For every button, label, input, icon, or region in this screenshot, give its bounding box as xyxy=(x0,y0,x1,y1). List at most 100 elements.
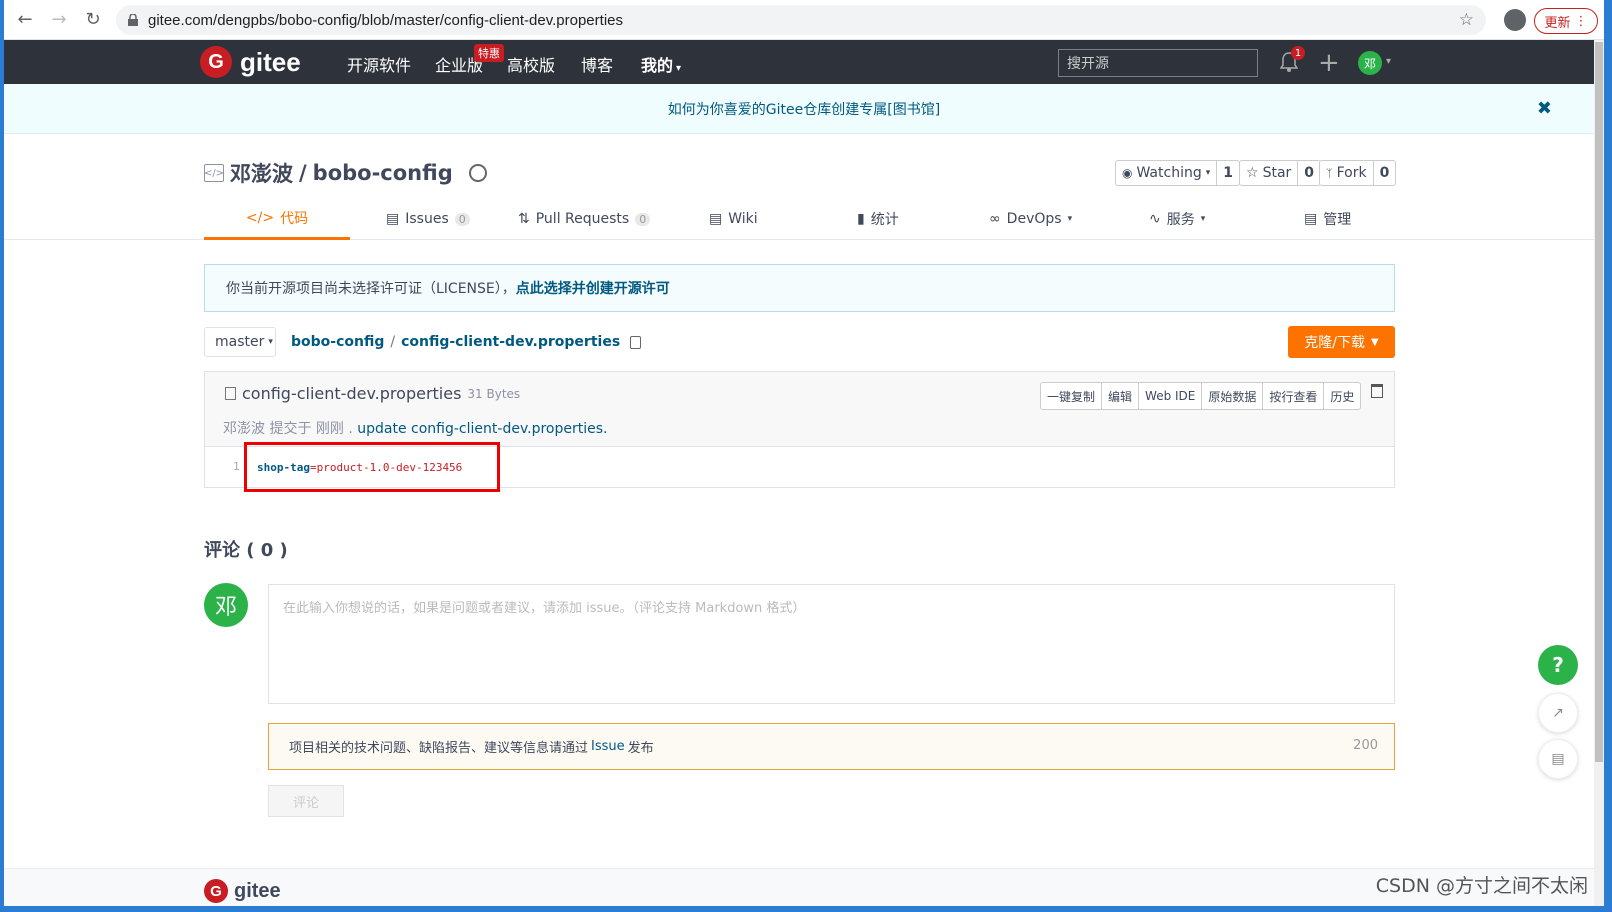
tab-code[interactable]: </> 代码 xyxy=(204,198,350,240)
star-button[interactable]: ☆ Star 0 xyxy=(1239,160,1322,186)
tab-issues[interactable]: ▤ Issues 0 xyxy=(386,198,470,240)
comment-submit-button[interactable]: 评论 xyxy=(268,785,344,817)
breadcrumb-separator: / xyxy=(390,334,396,350)
copy-icon[interactable] xyxy=(630,335,642,349)
commit-message-link[interactable]: update config-client-dev.properties. xyxy=(357,421,607,437)
watch-button[interactable]: ◉ Watching ▾ 1 xyxy=(1115,160,1241,186)
bookmark-star-icon[interactable]: ☆ xyxy=(1459,10,1474,30)
tab-manage[interactable]: ▤ 管理 xyxy=(1304,198,1351,240)
watch-count[interactable]: 1 xyxy=(1216,161,1239,185)
browser-window: ← → ↻ gitee.com/dengpbs/bobo-config/blob… xyxy=(4,0,1604,906)
file-title: config-client-dev.properties 31 Bytes xyxy=(225,384,520,403)
browser-toolbar: ← → ↻ gitee.com/dengpbs/bobo-config/blob… xyxy=(4,0,1604,40)
clone-download-button[interactable]: 克隆/下载 ▼ xyxy=(1288,326,1395,358)
forward-icon[interactable]: → xyxy=(46,7,72,33)
back-icon[interactable]: ← xyxy=(12,7,38,33)
share-icon[interactable]: ↗ xyxy=(1538,693,1578,733)
tab-pull-requests[interactable]: ⇅ Pull Requests 0 xyxy=(518,198,651,240)
nav-open-source[interactable]: 开源软件 xyxy=(347,52,411,76)
reload-icon[interactable]: ↻ xyxy=(80,7,106,33)
tab-issues-label: Issues xyxy=(405,211,449,227)
lock-icon xyxy=(128,14,138,26)
chevron-down-icon: ▾ xyxy=(1067,214,1073,224)
license-text: 你当前开源项目尚未选择许可证（LICENSE）， xyxy=(226,281,516,297)
comment-notice-suffix: 发布 xyxy=(627,741,654,756)
comment-input[interactable]: 在此输入你想说的话，如果是问题或者建议，请添加 issue。（评论支持 Mark… xyxy=(268,584,1395,704)
nav-mine[interactable]: 我的 ▾ xyxy=(641,52,681,76)
pulse-icon: ∿ xyxy=(1149,211,1161,227)
annotation-highlight-box xyxy=(244,442,500,492)
edit-button[interactable]: 编辑 xyxy=(1101,383,1138,409)
repo-name[interactable]: bobo-config xyxy=(313,161,453,185)
footer-logo-text: gitee xyxy=(234,879,281,902)
tab-stats[interactable]: ▮ 统计 xyxy=(857,198,899,240)
footer-logo-icon: G xyxy=(204,879,228,903)
bar-chart-icon: ▮ xyxy=(857,211,865,227)
star-icon: ☆ xyxy=(1246,165,1259,181)
plus-icon[interactable]: + xyxy=(1318,48,1340,78)
license-link[interactable]: 点此选择并创建开源许可 xyxy=(516,278,670,298)
tab-devops[interactable]: ∞ DevOps ▾ xyxy=(989,198,1072,240)
chat-icon[interactable]: ▤ xyxy=(1538,739,1578,779)
search-input[interactable]: 搜开源 xyxy=(1058,49,1258,77)
pull-request-icon: ⇅ xyxy=(518,211,530,227)
comment-notice-prefix: 项目相关的技术问题、缺陷报告、建议等信息请通过 xyxy=(289,741,589,756)
enterprise-badge: 特惠 xyxy=(474,44,504,62)
eye-icon: ◉ xyxy=(1122,166,1133,180)
breadcrumb-repo[interactable]: bobo-config xyxy=(291,334,384,350)
avatar-chevron-down-icon[interactable]: ▾ xyxy=(1386,56,1391,67)
profile-icon[interactable] xyxy=(1504,9,1526,31)
branch-selector[interactable]: master ▾ xyxy=(204,327,276,357)
address-bar[interactable]: gitee.com/dengpbs/bobo-config/blob/maste… xyxy=(116,5,1486,35)
update-label: 更新 xyxy=(1544,15,1571,31)
tab-stats-label: 统计 xyxy=(870,212,899,228)
user-avatar[interactable]: 邓 xyxy=(1358,51,1382,75)
fork-button[interactable]: ᛉ Fork 0 xyxy=(1319,160,1397,186)
clone-label: 克隆/下载 xyxy=(1304,335,1365,351)
nav-education[interactable]: 高校版 xyxy=(507,52,555,76)
fork-count[interactable]: 0 xyxy=(1372,161,1396,185)
scrollbar-thumb[interactable] xyxy=(1595,42,1603,762)
close-icon[interactable]: ✖ xyxy=(1537,98,1552,119)
blame-button[interactable]: 按行查看 xyxy=(1262,383,1323,409)
gitee-logo[interactable]: G gitee xyxy=(200,46,301,78)
chevron-down-icon: ▾ xyxy=(268,337,273,347)
tab-wiki-label: Wiki xyxy=(728,211,758,227)
commit-meta: 邓澎波 提交于 刚刚 . xyxy=(223,421,353,437)
tab-code-label: 代码 xyxy=(280,210,309,227)
tab-manage-label: 管理 xyxy=(1323,212,1352,228)
branch-label: master xyxy=(215,334,265,350)
tab-wiki[interactable]: ▤ Wiki xyxy=(709,198,758,240)
footer-logo[interactable]: G gitee xyxy=(204,879,281,903)
badge-icon[interactable] xyxy=(468,164,487,182)
issues-count: 0 xyxy=(454,212,470,226)
nav-blog[interactable]: 博客 xyxy=(581,52,613,76)
code-repo-icon: </> xyxy=(204,164,224,182)
file-icon xyxy=(225,387,236,400)
announcement-link[interactable]: 如何为你喜爱的Gitee仓库创建专属[图书馆] xyxy=(668,99,940,119)
more-icon: ⋮ xyxy=(1574,13,1588,29)
tab-services[interactable]: ∿ 服务 ▾ xyxy=(1149,198,1205,240)
notification-badge: 1 xyxy=(1291,46,1305,60)
issue-link[interactable]: Issue xyxy=(591,739,625,754)
copy-all-button[interactable]: 一键复制 xyxy=(1041,383,1101,409)
star-count[interactable]: 0 xyxy=(1297,161,1320,185)
raw-button[interactable]: 原始数据 xyxy=(1201,383,1262,409)
site-header: G gitee 开源软件 企业版 特惠 高校版 博客 我的 ▾ 搜开源 1 + 邓… xyxy=(4,40,1604,84)
announcement-bar: 如何为你喜爱的Gitee仓库创建专属[图书馆] ✖ xyxy=(4,84,1604,134)
char-count: 200 xyxy=(1353,738,1378,753)
trash-icon[interactable] xyxy=(1371,384,1383,398)
nav-mine-label: 我的 xyxy=(641,56,674,75)
book-icon: ▤ xyxy=(709,211,723,227)
tab-services-label: 服务 xyxy=(1166,212,1195,228)
repo-owner[interactable]: 邓澎波 xyxy=(230,158,293,188)
chevron-down-icon: ▼ xyxy=(1371,336,1379,348)
help-button[interactable]: ? xyxy=(1538,645,1578,685)
settings-doc-icon: ▤ xyxy=(1304,211,1318,227)
file-name: config-client-dev.properties xyxy=(242,384,462,403)
history-button[interactable]: 历史 xyxy=(1323,383,1360,409)
infinity-icon: ∞ xyxy=(989,211,1001,227)
watch-label: Watching xyxy=(1136,165,1202,181)
web-ide-button[interactable]: Web IDE xyxy=(1138,383,1201,409)
update-button[interactable]: 更新 ⋮ xyxy=(1534,8,1598,34)
